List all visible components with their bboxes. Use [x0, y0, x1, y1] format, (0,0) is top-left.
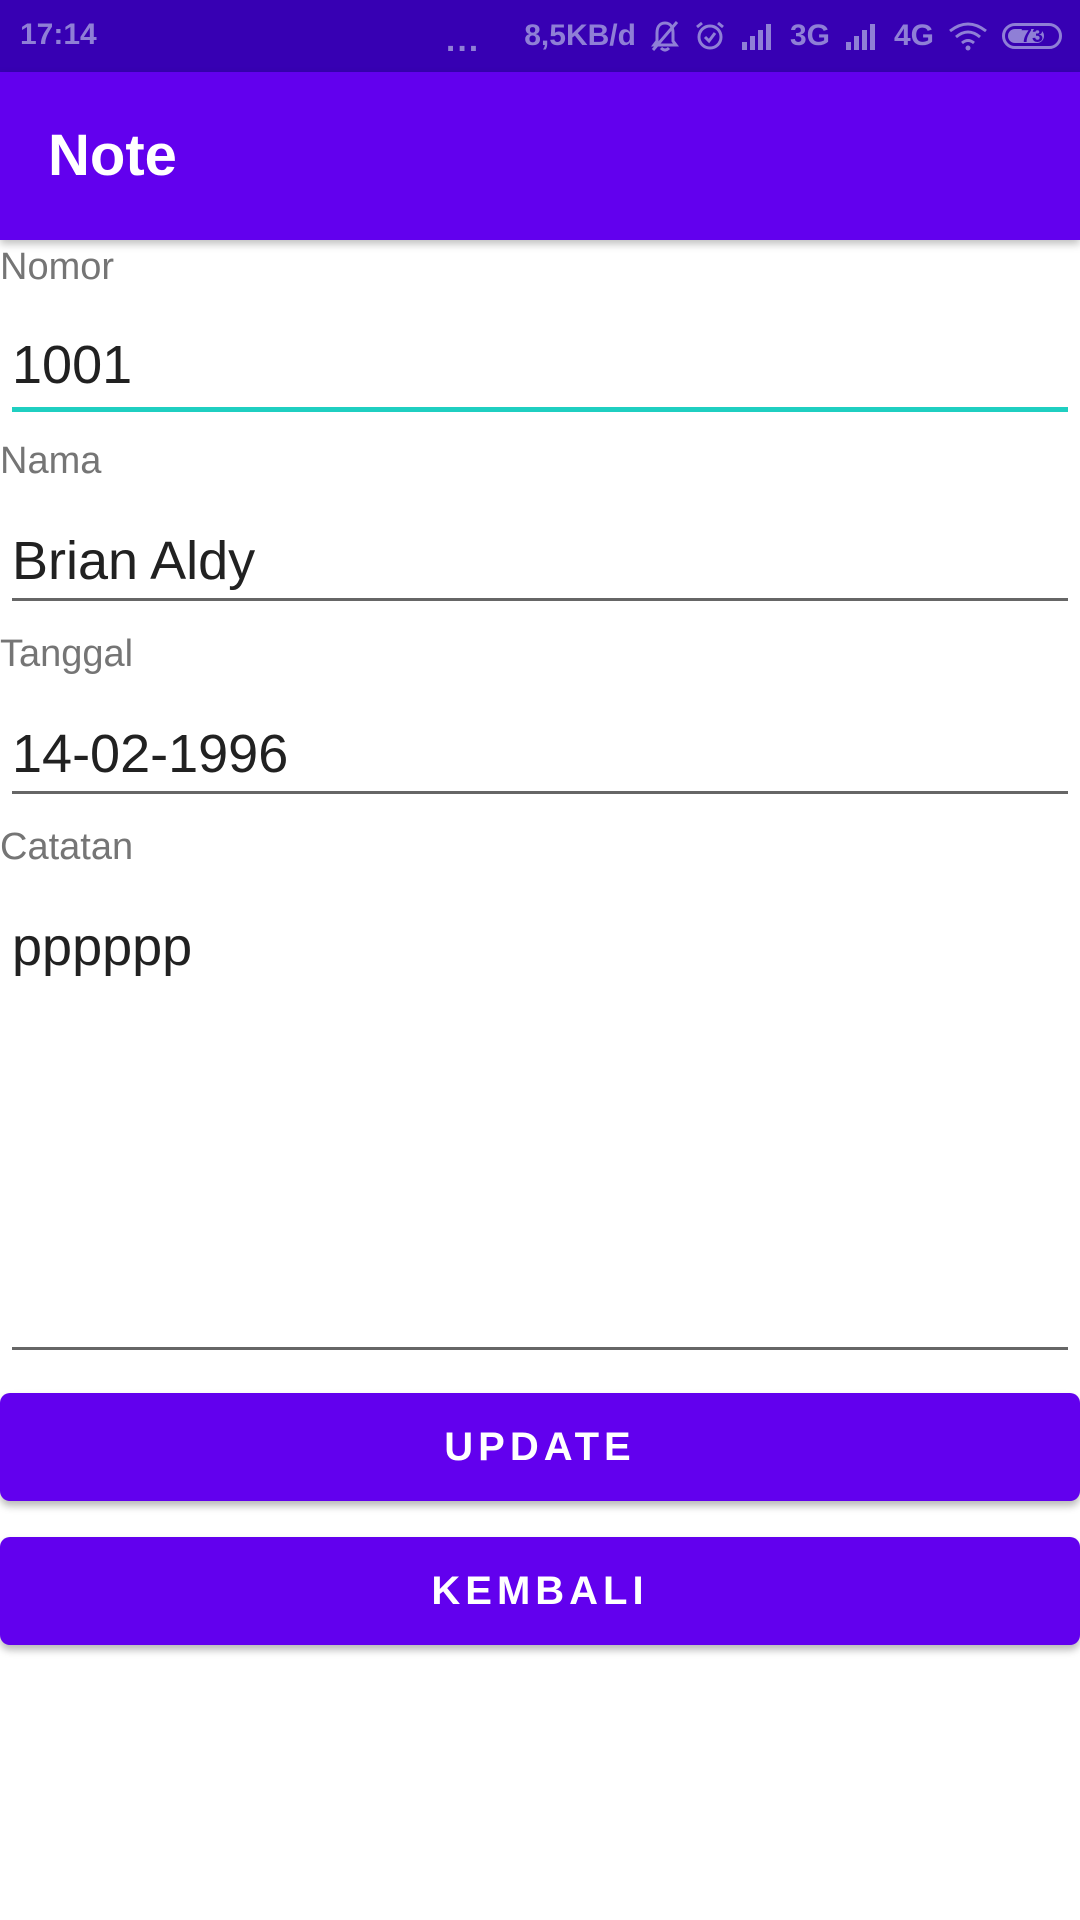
update-button[interactable]: UPDATE — [0, 1393, 1080, 1501]
more-notifications-icon: ... — [445, 20, 481, 59]
wifi-icon — [948, 21, 988, 51]
tanggal-field[interactable]: 14-02-1996 — [12, 709, 1068, 794]
tanggal-value: 14-02-1996 — [12, 724, 289, 784]
alarm-icon — [694, 20, 726, 52]
tanggal-label: Tanggal — [0, 633, 134, 675]
signal-icon — [740, 22, 776, 50]
network-type-4g: 4G — [893, 19, 934, 52]
nomor-label: Nomor — [0, 246, 115, 288]
nomor-value: 1001 — [12, 335, 133, 395]
battery-level: 73 — [1020, 24, 1044, 47]
nomor-field[interactable]: 1001 — [12, 320, 1068, 412]
catatan-label: Catatan — [0, 826, 134, 868]
status-time: 17:14 — [20, 18, 97, 51]
nama-value: Brian Aldy — [12, 531, 256, 591]
nama-label: Nama — [0, 440, 102, 482]
battery-icon: 73 — [1002, 23, 1062, 49]
signal-icon — [844, 22, 880, 50]
page-title: Note — [48, 123, 177, 188]
network-speed: 8,5KB/d — [524, 19, 636, 52]
app-bar: Note — [0, 72, 1080, 240]
status-icons: ... 8,5KB/d 3G 4G 73 — [445, 14, 1062, 59]
catatan-value: pppppp — [12, 917, 193, 977]
kembali-button[interactable]: KEMBALI — [0, 1537, 1080, 1645]
catatan-field[interactable]: pppppp — [12, 902, 1068, 1350]
nama-field[interactable]: Brian Aldy — [12, 516, 1068, 601]
network-type-3g: 3G — [789, 19, 830, 52]
status-bar: 17:14 ... 8,5KB/d 3G 4G 73 — [0, 0, 1080, 72]
bell-off-icon — [650, 20, 680, 52]
